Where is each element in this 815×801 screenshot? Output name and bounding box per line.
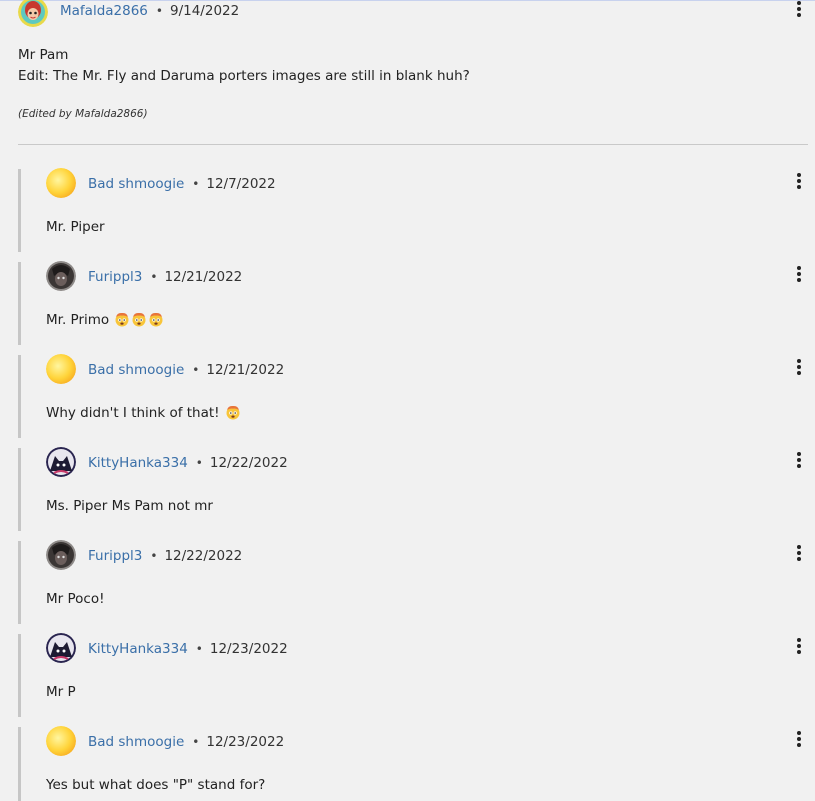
more-options-button[interactable] (792, 544, 806, 562)
comment-text-content: Mr Poco! (46, 591, 105, 607)
comment-text: Mr P (46, 682, 76, 703)
anime-avatar-icon (18, 0, 48, 27)
avatar-image-icon (46, 354, 76, 384)
comment-meta: Bad shmoogie • 12/7/2022 (88, 176, 276, 192)
comment-date: 12/22/2022 (164, 548, 243, 564)
comment-date: 12/22/2022 (209, 455, 288, 471)
more-options-button[interactable] (792, 265, 806, 283)
comment-meta: Mafalda2866 • 9/14/2022 (60, 3, 239, 19)
separator-dot: • (155, 4, 163, 18)
more-options-button[interactable] (792, 451, 806, 469)
comment-text-content: Mr. Primo (46, 312, 114, 328)
comment-date: 9/14/2022 (169, 3, 240, 19)
reply-indent-bar (18, 727, 21, 801)
avatar[interactable] (46, 540, 76, 570)
avatar[interactable] (46, 726, 76, 756)
comment-text: Mr. Primo (46, 310, 164, 331)
username-link[interactable]: Bad shmoogie (88, 362, 184, 378)
separator-dot: • (195, 456, 203, 470)
username-link[interactable]: KittyHanka334 (88, 455, 188, 471)
reply-indent-bar (18, 448, 21, 531)
edited-note: (Edited by Mafalda2866) (18, 108, 148, 120)
thread-divider (18, 144, 808, 145)
avatar[interactable] (46, 261, 76, 291)
comment-meta: Bad shmoogie • 12/21/2022 (88, 362, 284, 378)
avatar-image-icon (46, 261, 76, 291)
comment-date: 12/23/2022 (209, 641, 288, 657)
comment-meta: Furippl3 • 12/22/2022 (88, 548, 242, 564)
separator-dot: • (192, 363, 200, 377)
exploding-head-emoji-icon (131, 311, 147, 327)
avatar[interactable] (46, 447, 76, 477)
reply-comment: Furippl3 • 12/21/2022 Mr. Primo (0, 261, 815, 370)
reply-indent-bar (18, 355, 21, 438)
reply-comment: Bad shmoogie • 12/7/2022 Mr. Piper (0, 168, 815, 277)
avatar-image-icon (46, 633, 76, 663)
exploding-head-emoji-icon (225, 404, 241, 420)
comment-meta: Bad shmoogie • 12/23/2022 (88, 734, 284, 750)
comment-date: 12/21/2022 (206, 362, 285, 378)
comment-text-content: Yes but what does "P" stand for? (46, 777, 266, 793)
comment-meta: KittyHanka334 • 12/23/2022 (88, 641, 288, 657)
separator-dot: • (192, 177, 200, 191)
reply-comment: KittyHanka334 • 12/22/2022 Ms. Piper Ms Pam… (0, 447, 815, 556)
more-options-button[interactable] (792, 358, 806, 376)
avatar[interactable] (18, 0, 48, 27)
username-link[interactable]: Bad shmoogie (88, 176, 184, 192)
reply-indent-bar (18, 634, 21, 717)
reply-indent-bar (18, 541, 21, 624)
comment-text: Yes but what does "P" stand for? (46, 775, 265, 796)
username-link[interactable]: KittyHanka334 (88, 641, 188, 657)
avatar-image-icon (46, 168, 76, 198)
comment-text: Why didn't I think of that! (46, 403, 241, 424)
comment-text-content: Mr. Piper (46, 219, 105, 235)
reply-indent-bar (18, 169, 21, 252)
separator-dot: • (150, 549, 158, 563)
separator-dot: • (192, 735, 200, 749)
username-link[interactable]: Mafalda2866 (60, 3, 148, 19)
comment-text-content: Why didn't I think of that! (46, 405, 224, 421)
separator-dot: • (150, 270, 158, 284)
exploding-head-emoji-icon (148, 311, 164, 327)
avatar-image-icon (46, 447, 76, 477)
comment-line: Mr Pam (18, 47, 69, 63)
avatar-image-icon (46, 726, 76, 756)
comment-date: 12/21/2022 (164, 269, 243, 285)
more-options-button[interactable] (792, 172, 806, 190)
avatar[interactable] (46, 168, 76, 198)
comment-meta: Furippl3 • 12/21/2022 (88, 269, 242, 285)
username-link[interactable]: Furippl3 (88, 269, 142, 285)
avatar-image-icon (46, 540, 76, 570)
separator-dot: • (195, 642, 203, 656)
top-accent-line (0, 0, 815, 1)
reply-indent-bar (18, 262, 21, 345)
reply-comment: Furippl3 • 12/22/2022 Mr Poco! (0, 540, 815, 649)
comment-text: Ms. Piper Ms Pam not mr (46, 496, 213, 517)
more-options-button[interactable] (792, 0, 806, 18)
avatar[interactable] (46, 354, 76, 384)
username-link[interactable]: Bad shmoogie (88, 734, 184, 750)
comment-text-content: Mr P (46, 684, 76, 700)
avatar[interactable] (46, 633, 76, 663)
reply-comment: KittyHanka334 • 12/23/2022 Mr P (0, 633, 815, 742)
comment-text: Mr Poco! (46, 589, 105, 610)
more-options-button[interactable] (792, 637, 806, 655)
comment-meta: KittyHanka334 • 12/22/2022 (88, 455, 288, 471)
comment-line: Edit: The Mr. Fly and Daruma porters ima… (18, 68, 470, 84)
comment-date: 12/7/2022 (206, 176, 276, 192)
reply-comment: Bad shmoogie • 12/23/2022 Yes but what does… (0, 726, 815, 801)
comment-date: 12/23/2022 (206, 734, 285, 750)
username-link[interactable]: Furippl3 (88, 548, 142, 564)
exploding-head-emoji-icon (114, 311, 130, 327)
more-options-button[interactable] (792, 730, 806, 748)
reply-comment: Bad shmoogie • 12/21/2022 Why didn't I thin… (0, 354, 815, 463)
comment-text-content: Ms. Piper Ms Pam not mr (46, 498, 213, 514)
comment-text: Mr. Piper (46, 217, 105, 238)
comment-thread: Mafalda2866 • 9/14/2022 Mr Pam Edit: The… (0, 0, 815, 801)
